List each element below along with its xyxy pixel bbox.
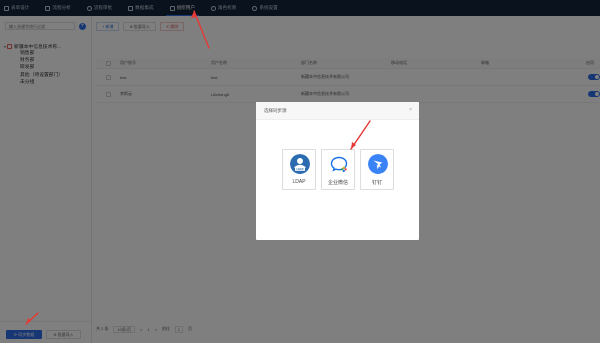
close-icon[interactable]: × bbox=[409, 107, 412, 113]
option-label: LDAP bbox=[292, 179, 306, 185]
ldap-icon: LDAP bbox=[290, 154, 310, 174]
wecom-icon bbox=[330, 156, 348, 173]
option-label: 企业微信 bbox=[327, 180, 348, 186]
sync-option-dingtalk[interactable]: 钉钉 bbox=[360, 149, 394, 190]
option-label: 钉钉 bbox=[371, 180, 382, 186]
sync-option-ldap[interactable]: LDAP LDAP bbox=[282, 149, 316, 190]
sync-source-dialog: 选择同步源 × LDAP LDAP 企业微信 钉钉 bbox=[256, 102, 419, 240]
dialog-header: 选择同步源 × bbox=[256, 102, 419, 120]
svg-text:LDAP: LDAP bbox=[296, 167, 303, 171]
dingtalk-icon bbox=[368, 154, 388, 174]
dialog-title: 选择同步源 bbox=[264, 108, 287, 113]
sync-option-wecom[interactable]: 企业微信 bbox=[321, 149, 355, 190]
